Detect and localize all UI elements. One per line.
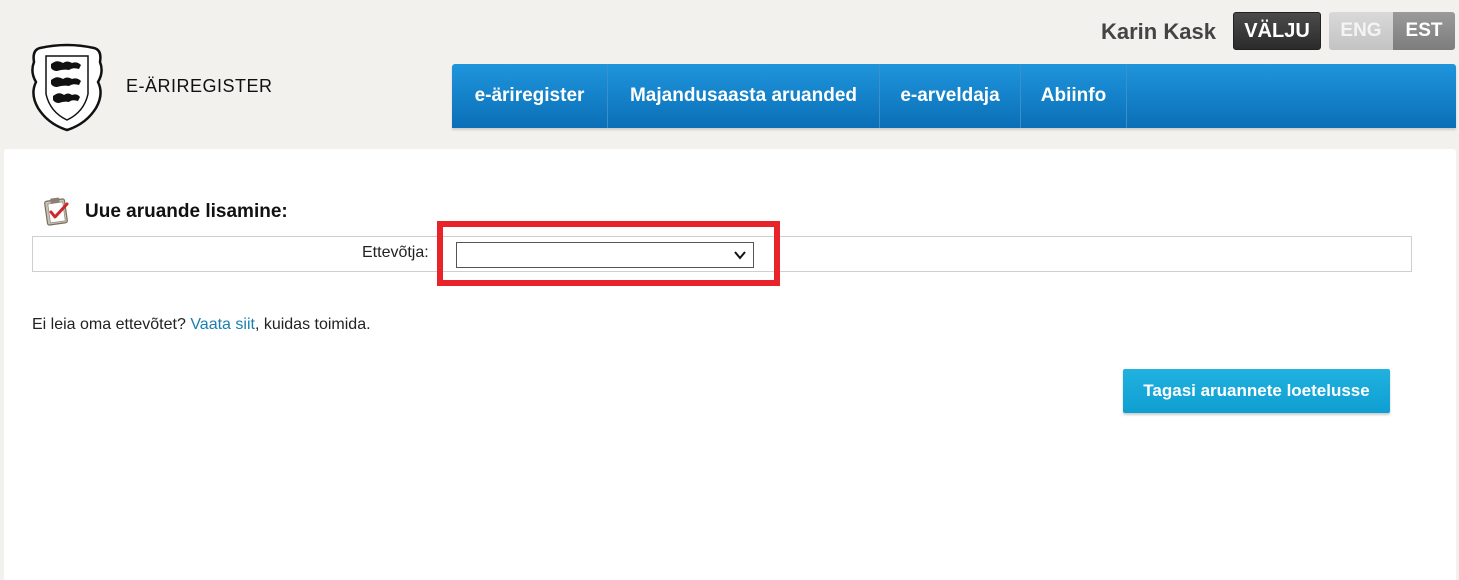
help-text-prefix: Ei leia oma ettevõtet? (32, 316, 191, 333)
page: E-ÄRIREGISTER Karin Kask VÄLJU ENG EST e… (0, 0, 1459, 580)
help-text-suffix: , kuidas toimida. (254, 316, 371, 333)
nav-item-e-ariregister[interactable]: e-äriregister (452, 64, 608, 128)
language-est-button[interactable]: EST (1393, 12, 1455, 50)
language-switcher: ENG EST (1329, 12, 1455, 50)
clipboard-check-icon (44, 197, 69, 226)
nav-item-e-arveldaja[interactable]: e-arveldaja (880, 64, 1021, 128)
coat-of-arms-icon (31, 43, 103, 132)
nav-item-abiinfo[interactable]: Abiinfo (1021, 64, 1127, 128)
help-link[interactable]: Vaata siit (190, 316, 255, 333)
highlight-box (437, 221, 780, 286)
back-to-reports-button[interactable]: Tagasi aruannete loetelusse (1123, 369, 1390, 413)
company-label: Ettevõtja: (362, 244, 429, 261)
main-nav: e-äriregister Majandusaasta aruanded e-a… (452, 64, 1456, 128)
help-text: Ei leia oma ettevõtet? Vaata siit, kuida… (32, 316, 371, 334)
section-title: Uue aruande lisamine: (85, 201, 288, 222)
brand-name: E-ÄRIREGISTER (126, 76, 273, 96)
logout-button[interactable]: VÄLJU (1233, 12, 1321, 50)
nav-item-majandusaasta-aruanded[interactable]: Majandusaasta aruanded (608, 64, 880, 128)
language-eng-button[interactable]: ENG (1329, 12, 1393, 50)
user-name: Karin Kask (1101, 19, 1216, 44)
